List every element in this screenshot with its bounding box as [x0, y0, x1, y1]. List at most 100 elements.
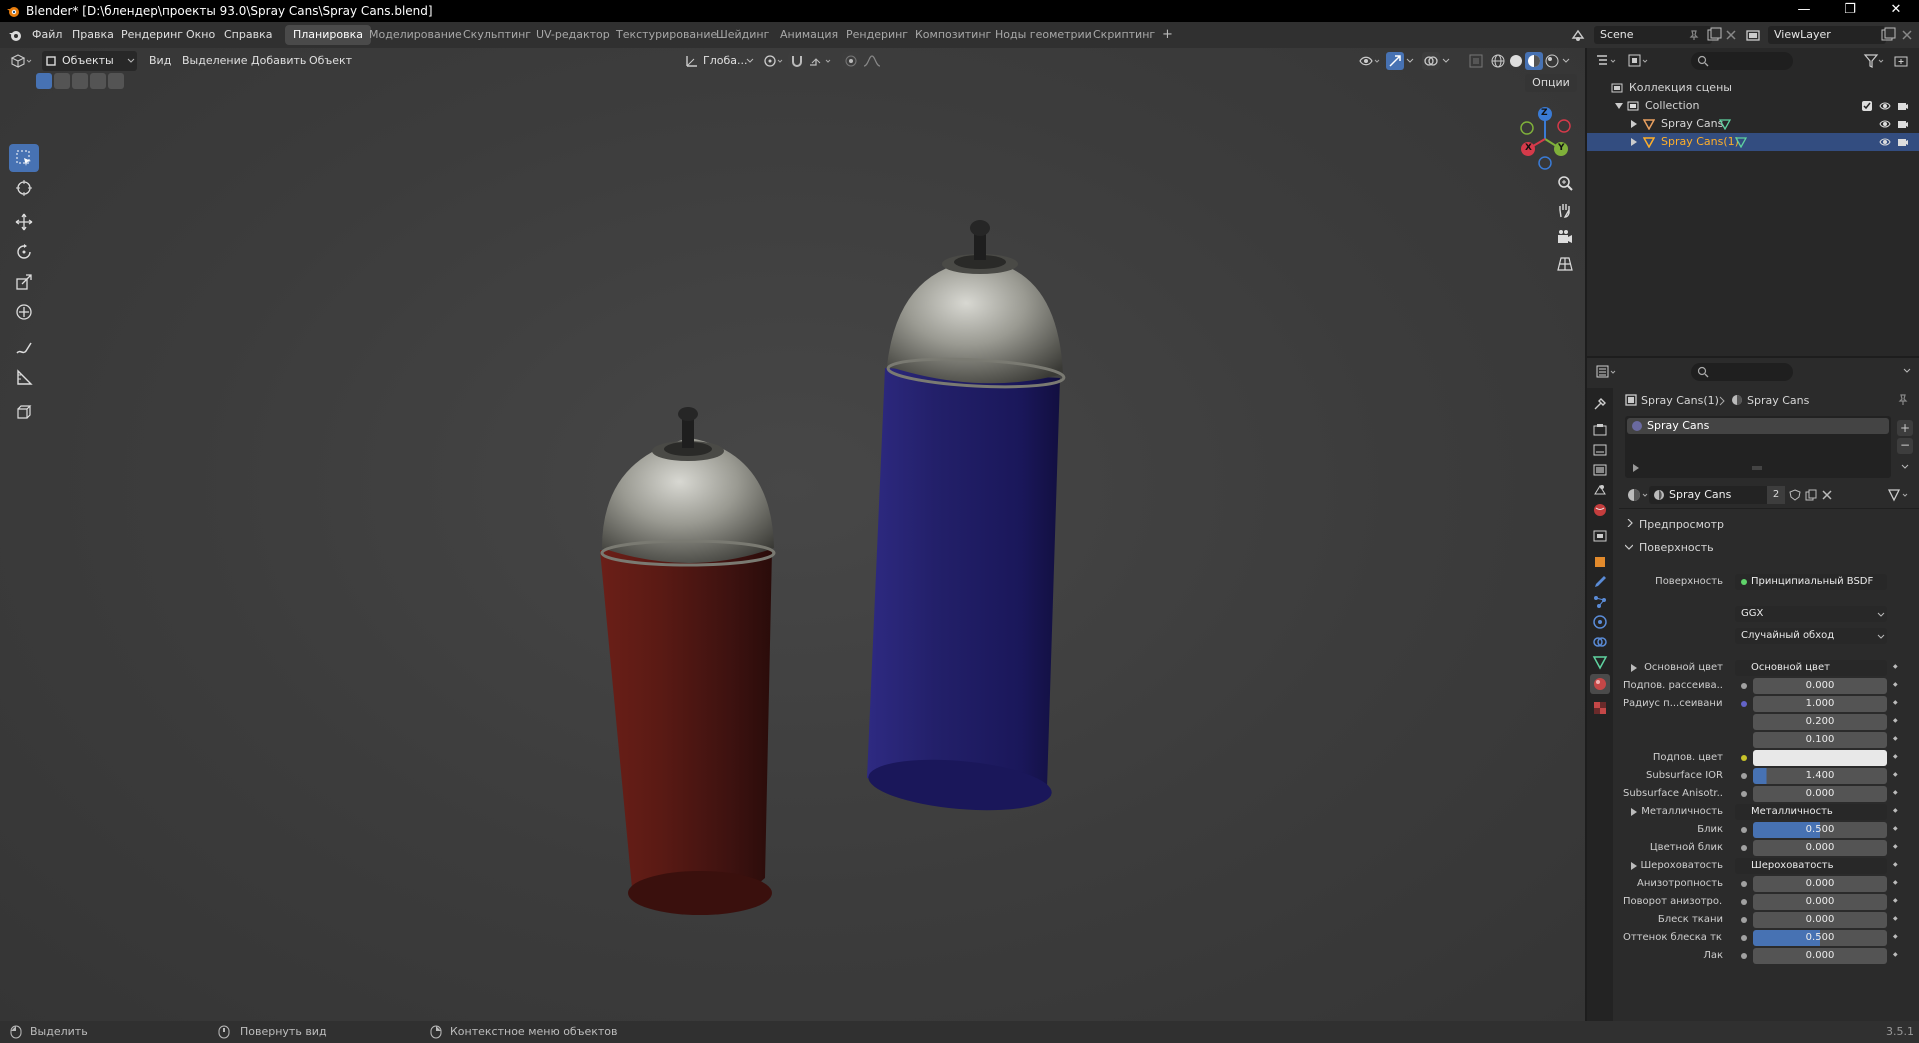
filter-icon[interactable] [1863, 53, 1885, 69]
color-field[interactable] [1753, 750, 1887, 766]
keyframe-dot-icon[interactable]: ◆ [1893, 771, 1898, 778]
select-invert-button[interactable] [90, 73, 106, 89]
move-tool[interactable] [9, 208, 39, 236]
outliner-search-input[interactable] [1691, 52, 1793, 70]
outliner-row-scene-collection[interactable]: Коллекция сцены [1587, 79, 1919, 97]
hand-pan-icon[interactable] [1556, 201, 1574, 219]
gizmo-toggle[interactable] [1386, 52, 1404, 70]
overlays-toggle[interactable] [1422, 52, 1440, 70]
outliner-row-object[interactable]: Spray Cans [1587, 115, 1919, 133]
socket-dot[interactable] [1741, 899, 1747, 905]
tab-rendering[interactable]: Рендеринг [838, 25, 916, 45]
select-subtract-button[interactable] [72, 73, 88, 89]
keyframe-dot-icon[interactable]: ◆ [1893, 735, 1898, 742]
editor-type-icon[interactable] [10, 53, 32, 69]
display-mode-icon[interactable] [1627, 53, 1649, 69]
proportional-edit-toggle[interactable] [842, 52, 860, 70]
close-button[interactable]: ✕ [1873, 0, 1919, 22]
menu-add[interactable]: Добавить [251, 54, 306, 67]
annotate-tool[interactable] [9, 334, 39, 362]
socket-dot[interactable] [1741, 935, 1747, 941]
mode-selector[interactable]: Объекты [42, 51, 137, 71]
keyframe-dot-icon[interactable]: ◆ [1893, 861, 1898, 868]
socket-dot[interactable] [1741, 881, 1747, 887]
render-camera-icon[interactable] [1897, 136, 1909, 148]
socket-dot[interactable] [1741, 917, 1747, 923]
checkbox-icon[interactable] [1861, 100, 1873, 112]
3d-viewport[interactable]: Объекты Вид Выделение Добавить Объект Гл… [0, 48, 1585, 1021]
material-preview-button[interactable] [1525, 52, 1543, 70]
number-field[interactable]: 0.000 [1753, 678, 1887, 694]
blue-spray-can[interactable] [866, 220, 1066, 817]
keyframe-dot-icon[interactable]: ◆ [1893, 681, 1898, 688]
render-camera-icon[interactable] [1897, 118, 1909, 130]
socket-dot[interactable] [1741, 755, 1747, 761]
socket-dot[interactable] [1741, 701, 1747, 707]
add-cube-tool[interactable] [9, 398, 39, 426]
chevron-down-icon[interactable] [1406, 58, 1414, 64]
menu-object[interactable]: Объект [309, 54, 352, 67]
new-scene-icon[interactable] [1706, 27, 1722, 43]
minimize-button[interactable]: — [1781, 0, 1827, 22]
keyframe-dot-icon[interactable]: ◆ [1893, 825, 1898, 832]
number-field[interactable]: 0.000 [1753, 840, 1887, 856]
options-button[interactable]: Опции [1525, 74, 1577, 92]
menu-select[interactable]: Выделение [182, 54, 248, 67]
eye-icon[interactable] [1879, 136, 1891, 148]
delete-view-layer-icon[interactable] [1900, 28, 1914, 42]
menu-edit[interactable]: Правка [72, 28, 114, 41]
tab-modeling[interactable]: Моделирование [361, 25, 470, 45]
eye-icon[interactable] [1879, 100, 1891, 112]
tab-animation[interactable]: Анимация [772, 25, 846, 45]
number-field[interactable]: 1.400 [1753, 768, 1887, 784]
number-field[interactable]: 0.500 [1753, 930, 1887, 946]
number-field[interactable]: 0.000 [1753, 876, 1887, 892]
camera-view-icon[interactable] [1556, 228, 1574, 246]
zoom-icon[interactable] [1556, 174, 1574, 192]
keyframe-dot-icon[interactable]: ◆ [1893, 951, 1898, 958]
wireframe-shading-icon[interactable] [1490, 53, 1506, 69]
select-new-button[interactable] [36, 73, 52, 89]
number-field[interactable]: 0.000 [1753, 948, 1887, 964]
perspective-grid-icon[interactable] [1556, 255, 1574, 273]
measure-tool[interactable] [9, 364, 39, 392]
keyframe-dot-icon[interactable]: ◆ [1893, 789, 1898, 796]
delete-scene-icon[interactable] [1724, 28, 1738, 42]
transform-orientation-label[interactable]: Глоба... [703, 54, 747, 67]
scene-icon[interactable] [1570, 27, 1586, 43]
blender-menu-icon[interactable] [8, 28, 22, 42]
maximize-button[interactable]: ❐ [1827, 0, 1873, 22]
keyframe-dot-icon[interactable]: ◆ [1893, 933, 1898, 940]
number-field[interactable]: 0.500 [1753, 822, 1887, 838]
tab-compositing[interactable]: Композитинг [907, 25, 999, 45]
view-layer-icon[interactable] [1745, 27, 1761, 43]
view-layer-selector[interactable]: ViewLayer [1768, 26, 1886, 44]
new-view-layer-icon[interactable] [1880, 27, 1896, 43]
number-field[interactable]: 0.100 [1753, 732, 1887, 748]
number-field[interactable]: 0.000 [1753, 912, 1887, 928]
xray-icon[interactable] [1468, 53, 1484, 69]
tab-scripting[interactable]: Скриптинг [1085, 25, 1163, 45]
tab-shading[interactable]: Шейдинг [708, 25, 777, 45]
menu-help[interactable]: Справка [224, 28, 272, 41]
keyframe-dot-icon[interactable]: ◆ [1893, 897, 1898, 904]
select-intersect-button[interactable] [108, 73, 124, 89]
chevron-down-icon[interactable] [1562, 58, 1570, 64]
menu-file[interactable]: Файл [32, 28, 62, 41]
linked-input-field[interactable]: Металличность [1735, 804, 1887, 820]
pivot-point-icon[interactable] [762, 53, 784, 69]
tab-sculpting[interactable]: Скульптинг [455, 25, 539, 45]
expand-right-icon[interactable] [1631, 138, 1637, 146]
linked-input-field[interactable]: Основной цвет [1735, 660, 1887, 676]
tab-geometry-nodes[interactable]: Ноды геометрии [987, 25, 1100, 45]
solid-shading-icon[interactable] [1508, 53, 1524, 69]
linked-input-field[interactable]: Шероховатость [1735, 858, 1887, 874]
tab-layout[interactable]: Планировка [285, 25, 371, 45]
socket-dot[interactable] [1741, 845, 1747, 851]
visibility-icon[interactable] [1358, 53, 1382, 69]
add-workspace-button[interactable]: + [1154, 25, 1181, 45]
menu-window[interactable]: Окно [186, 28, 215, 41]
snap-target-icon[interactable] [808, 53, 834, 69]
cursor-tool[interactable] [9, 174, 39, 202]
falloff-icon[interactable] [862, 53, 884, 69]
